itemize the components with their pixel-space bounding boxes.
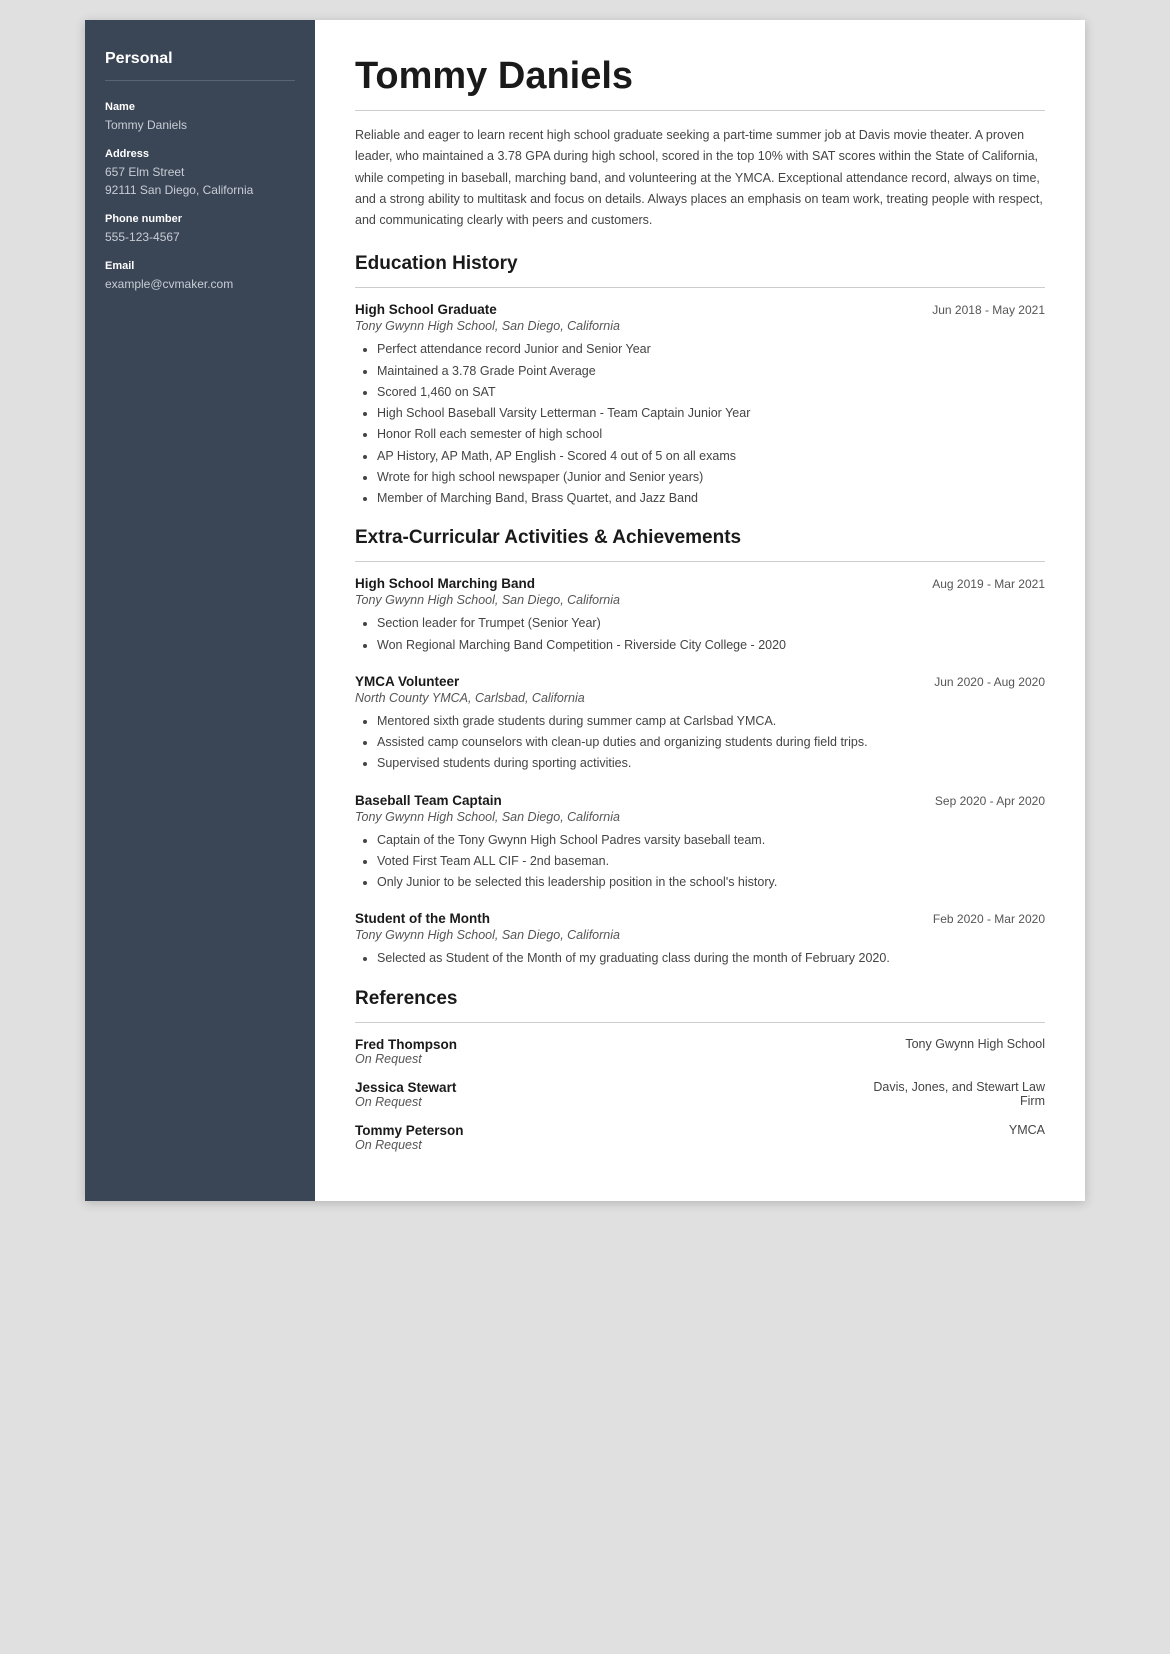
activity-entry-3: Student of the Month Feb 2020 - Mar 2020…	[355, 911, 1045, 969]
edu-bullet-1: Maintained a 3.78 Grade Point Average	[377, 361, 1045, 382]
sidebar: Personal Name Tommy Daniels Address 657 …	[85, 20, 315, 1201]
edu-bullet-3: High School Baseball Varsity Letterman -…	[377, 403, 1045, 424]
activity-0-title: High School Marching Band	[355, 576, 535, 591]
sidebar-address-line2: 92111 San Diego, California	[105, 181, 295, 199]
ref-0-subtitle: On Request	[355, 1052, 457, 1066]
sidebar-email-label: Email	[105, 260, 295, 272]
ref-1-subtitle: On Request	[355, 1095, 456, 1109]
sidebar-phone-value: 555-123-4567	[105, 228, 295, 246]
education-entry-date: Jun 2018 - May 2021	[932, 303, 1045, 317]
sidebar-address-label: Address	[105, 148, 295, 160]
act2-bullet-2: Only Junior to be selected this leadersh…	[377, 872, 1045, 893]
act0-bullet-1: Won Regional Marching Band Competition -…	[377, 635, 1045, 656]
activity-2-title: Baseball Team Captain	[355, 793, 502, 808]
sidebar-divider	[105, 80, 295, 81]
activity-3-title: Student of the Month	[355, 911, 490, 926]
resume-wrapper: Personal Name Tommy Daniels Address 657 …	[85, 20, 1085, 1201]
ref-row-0: Fred Thompson On Request Tony Gwynn High…	[355, 1037, 1045, 1066]
education-entry-subtitle: Tony Gwynn High School, San Diego, Calif…	[355, 319, 1045, 333]
activity-2-subtitle: Tony Gwynn High School, San Diego, Calif…	[355, 810, 1045, 824]
edu-bullet-6: Wrote for high school newspaper (Junior …	[377, 467, 1045, 488]
education-bullets: Perfect attendance record Junior and Sen…	[355, 339, 1045, 509]
ref-2-org: YMCA	[1009, 1123, 1045, 1152]
edu-bullet-4: Honor Roll each semester of high school	[377, 424, 1045, 445]
sidebar-name-value: Tommy Daniels	[105, 116, 295, 134]
ref-0-org: Tony Gwynn High School	[905, 1037, 1045, 1066]
sidebar-section-title: Personal	[105, 50, 295, 68]
ref-1-name: Jessica Stewart	[355, 1080, 456, 1095]
act1-bullet-2: Supervised students during sporting acti…	[377, 753, 1045, 774]
activity-0-date: Aug 2019 - Mar 2021	[932, 577, 1045, 591]
main-divider-top	[355, 110, 1045, 111]
sidebar-phone-label: Phone number	[105, 213, 295, 225]
ref-1-left: Jessica Stewart On Request	[355, 1080, 456, 1109]
edu-bullet-2: Scored 1,460 on SAT	[377, 382, 1045, 403]
ref-2-left: Tommy Peterson On Request	[355, 1123, 464, 1152]
act1-bullet-1: Assisted camp counselors with clean-up d…	[377, 732, 1045, 753]
act3-bullet-0: Selected as Student of the Month of my g…	[377, 948, 1045, 969]
education-entry-header: High School Graduate Jun 2018 - May 2021	[355, 302, 1045, 317]
activity-2-date: Sep 2020 - Apr 2020	[935, 794, 1045, 808]
edu-bullet-7: Member of Marching Band, Brass Quartet, …	[377, 488, 1045, 509]
activity-3-header: Student of the Month Feb 2020 - Mar 2020	[355, 911, 1045, 926]
main-content: Tommy Daniels Reliable and eager to lear…	[315, 20, 1085, 1201]
references-divider	[355, 1022, 1045, 1023]
ref-0-name: Fred Thompson	[355, 1037, 457, 1052]
ref-2-name: Tommy Peterson	[355, 1123, 464, 1138]
edu-bullet-5: AP History, AP Math, AP English - Scored…	[377, 446, 1045, 467]
ref-row-1: Jessica Stewart On Request Davis, Jones,…	[355, 1080, 1045, 1109]
sidebar-name-label: Name	[105, 101, 295, 113]
activity-1-header: YMCA Volunteer Jun 2020 - Aug 2020	[355, 674, 1045, 689]
edu-bullet-0: Perfect attendance record Junior and Sen…	[377, 339, 1045, 360]
activity-1-bullets: Mentored sixth grade students during sum…	[355, 711, 1045, 775]
references-heading: References	[355, 988, 1045, 1010]
activity-3-subtitle: Tony Gwynn High School, San Diego, Calif…	[355, 928, 1045, 942]
education-entry-0: High School Graduate Jun 2018 - May 2021…	[355, 302, 1045, 509]
sidebar-email-value: example@cvmaker.com	[105, 275, 295, 293]
extracurricular-divider	[355, 561, 1045, 562]
ref-1-org: Davis, Jones, and Stewart Law Firm	[845, 1080, 1045, 1109]
activity-entry-0: High School Marching Band Aug 2019 - Mar…	[355, 576, 1045, 656]
ref-0-left: Fred Thompson On Request	[355, 1037, 457, 1066]
act0-bullet-0: Section leader for Trumpet (Senior Year)	[377, 613, 1045, 634]
activity-1-title: YMCA Volunteer	[355, 674, 459, 689]
activity-2-bullets: Captain of the Tony Gwynn High School Pa…	[355, 830, 1045, 894]
activity-3-date: Feb 2020 - Mar 2020	[933, 912, 1045, 926]
act1-bullet-0: Mentored sixth grade students during sum…	[377, 711, 1045, 732]
education-divider	[355, 287, 1045, 288]
activity-0-subtitle: Tony Gwynn High School, San Diego, Calif…	[355, 593, 1045, 607]
activity-entry-1: YMCA Volunteer Jun 2020 - Aug 2020 North…	[355, 674, 1045, 775]
activity-3-bullets: Selected as Student of the Month of my g…	[355, 948, 1045, 969]
activity-0-header: High School Marching Band Aug 2019 - Mar…	[355, 576, 1045, 591]
sidebar-address-line1: 657 Elm Street	[105, 163, 295, 181]
activity-1-date: Jun 2020 - Aug 2020	[934, 675, 1045, 689]
summary-text: Reliable and eager to learn recent high …	[355, 125, 1045, 231]
activity-2-header: Baseball Team Captain Sep 2020 - Apr 202…	[355, 793, 1045, 808]
extracurricular-heading: Extra-Curricular Activities & Achievemen…	[355, 527, 1045, 549]
ref-row-2: Tommy Peterson On Request YMCA	[355, 1123, 1045, 1152]
education-heading: Education History	[355, 253, 1045, 275]
act2-bullet-1: Voted First Team ALL CIF - 2nd baseman.	[377, 851, 1045, 872]
activity-entry-2: Baseball Team Captain Sep 2020 - Apr 202…	[355, 793, 1045, 894]
act2-bullet-0: Captain of the Tony Gwynn High School Pa…	[377, 830, 1045, 851]
activity-1-subtitle: North County YMCA, Carlsbad, California	[355, 691, 1045, 705]
education-entry-title: High School Graduate	[355, 302, 497, 317]
resume-full-name: Tommy Daniels	[355, 55, 1045, 98]
ref-2-subtitle: On Request	[355, 1138, 464, 1152]
activity-0-bullets: Section leader for Trumpet (Senior Year)…	[355, 613, 1045, 656]
